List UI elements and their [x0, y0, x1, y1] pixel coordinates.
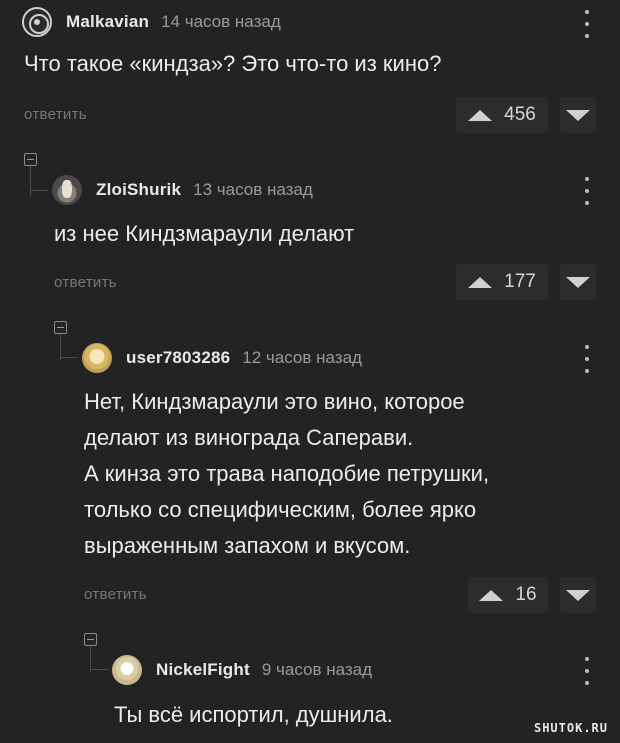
arrow-up-icon — [468, 276, 493, 288]
downvote-button[interactable] — [560, 264, 596, 300]
comment-text: Нет, Киндзмараули это вино, которое дела… — [84, 384, 489, 564]
arrow-up-icon — [468, 109, 493, 121]
arrow-down-icon — [566, 109, 590, 121]
upvote-button[interactable]: 16 — [468, 577, 548, 613]
thread-branch-level-1 — [30, 190, 48, 191]
malkavian-symbol-avatar[interactable] — [22, 7, 52, 37]
more-options-icon[interactable] — [584, 657, 590, 685]
site-watermark: SHUTOK.RU — [533, 721, 608, 735]
downvote-button[interactable] — [560, 577, 596, 613]
more-options-icon[interactable] — [584, 10, 590, 38]
rating-count: 456 — [504, 104, 536, 125]
comment-author[interactable]: ZloiShurik — [96, 180, 181, 200]
comment-text: Что такое «киндза»? Это что-то из кино? — [24, 51, 442, 76]
downvote-button[interactable] — [560, 97, 596, 133]
upvote-button[interactable]: 456 — [456, 97, 548, 133]
comment-text-line: выраженным запахом и вкусом. — [84, 533, 411, 558]
comment-text-line: делают из винограда Саперави. — [84, 425, 414, 450]
rating-count: 177 — [504, 271, 536, 292]
comment-author[interactable]: user7803286 — [126, 348, 230, 368]
reply-button[interactable]: ответить — [84, 586, 147, 603]
collapse-thread-button[interactable] — [24, 153, 37, 166]
more-options-icon[interactable] — [584, 177, 590, 205]
default-avatar[interactable] — [82, 343, 112, 373]
thread-branch-level-2 — [60, 357, 78, 358]
comment-header: NickelFight 9 часов назад — [112, 652, 372, 688]
comment-time: 9 часов назад — [261, 660, 373, 679]
comment-author[interactable]: Malkavian — [66, 12, 149, 32]
comment-time: 13 часов назад — [193, 180, 313, 199]
comment-text-line: А кинза это трава наподобие петрушки, — [84, 461, 490, 486]
comment-header: Malkavian 14 часов назад — [22, 4, 281, 40]
upvote-button[interactable]: 177 — [456, 264, 548, 300]
rating-count: 16 — [515, 584, 537, 605]
comment-header: user7803286 12 часов назад — [82, 340, 362, 376]
comment-time: 14 часов назад — [161, 12, 281, 31]
collapse-thread-button[interactable] — [54, 321, 67, 334]
reply-button[interactable]: ответить — [24, 106, 87, 123]
comment-text-line: Нет, Киндзмараули это вино, которое — [84, 389, 465, 414]
arrow-up-icon — [479, 589, 504, 601]
more-options-icon[interactable] — [584, 345, 590, 373]
comment-header: ZloiShurik 13 часов назад — [52, 172, 313, 208]
goat-photo-avatar[interactable] — [52, 175, 82, 205]
comment-time: 12 часов назад — [242, 348, 362, 367]
collapse-thread-button[interactable] — [84, 633, 97, 646]
thread-branch-level-3 — [90, 669, 108, 670]
reply-button[interactable]: ответить — [54, 274, 117, 291]
comment-author[interactable]: NickelFight — [156, 660, 250, 680]
arrow-down-icon — [566, 276, 590, 288]
comment-text-line: только со специфическим, более ярко — [84, 497, 477, 522]
default-avatar[interactable] — [112, 655, 142, 685]
comment-text: Ты всё испортил, душнила. — [114, 702, 393, 727]
arrow-down-icon — [566, 589, 590, 601]
comment-text: из нее Киндзмараули делают — [54, 221, 355, 246]
